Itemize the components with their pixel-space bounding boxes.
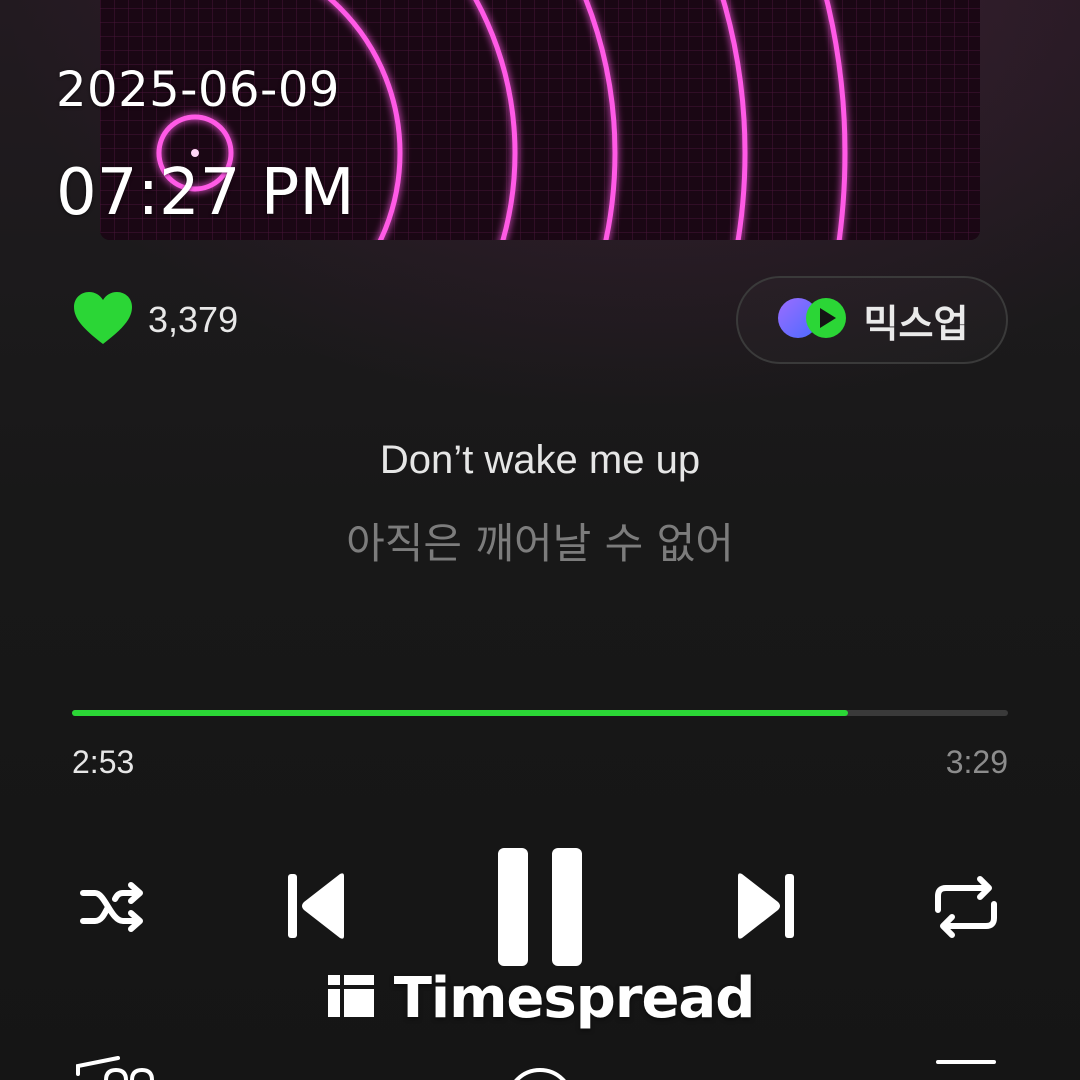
shuffle-button[interactable]: [72, 872, 154, 942]
timestamp-date: 2025-06-09: [56, 62, 340, 118]
bottom-toolbar: [0, 1040, 1080, 1080]
pause-icon: [498, 848, 582, 966]
equalizer-icon[interactable]: [76, 1056, 154, 1080]
like-count: 3,379: [148, 299, 239, 340]
skip-next-icon: [738, 873, 794, 939]
mixup-button[interactable]: 믹스업: [736, 276, 1008, 364]
next-button[interactable]: [726, 866, 806, 946]
skip-previous-icon: [288, 873, 344, 939]
lyric-current-line[interactable]: Don’t wake me up: [0, 438, 1080, 483]
heart-icon: [72, 290, 134, 351]
seek-bar[interactable]: [72, 710, 1008, 716]
watermark-text: Timespread: [393, 966, 756, 1031]
timespread-logo-icon: [326, 973, 376, 1024]
repeat-icon: [935, 876, 997, 938]
elapsed-time: 2:53: [72, 744, 135, 780]
music-player-screen: 2025-06-09 07:27 PM 3,379 믹스업 Don’t wake…: [0, 0, 1080, 1080]
lyric-translation-line[interactable]: 아직은 깨어날 수 없어: [0, 510, 1080, 571]
like-button[interactable]: 3,379: [72, 290, 238, 350]
mixup-logo-icon: [776, 296, 850, 345]
timestamp-time: 07:27 PM: [56, 156, 355, 230]
previous-button[interactable]: [276, 866, 356, 946]
watermark: Timespread: [0, 966, 1080, 1031]
repeat-button[interactable]: [924, 870, 1008, 944]
mixup-label: 믹스업: [863, 301, 969, 346]
seek-bar-fill: [72, 710, 848, 716]
shuffle-icon: [80, 882, 143, 932]
pause-button[interactable]: [486, 840, 594, 972]
cast-icon[interactable]: [508, 1068, 572, 1080]
playlist-icon[interactable]: [936, 1060, 996, 1064]
total-time: 3:29: [945, 744, 1008, 780]
